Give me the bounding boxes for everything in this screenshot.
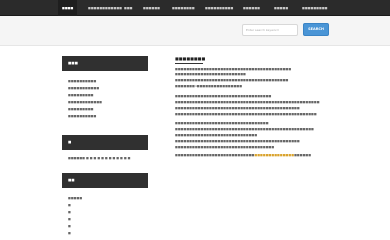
search-button[interactable]: SEARCH <box>303 23 329 36</box>
sidebar-text: ■■■■■■ ■ ■ ■ ■ ■ ■ ■ ■ ■ ■ ■ ■ <box>68 156 131 160</box>
sidebar-link[interactable]: ■■■■■■■■■■■■ <box>68 100 102 104</box>
paragraph-line: ■■■■■■■■■■■■■■■■■■■■■■■■■■■■■■■■■■ <box>175 94 272 98</box>
paragraph-line-with-link: ■■■■■■■■■■■■■■■■■■■■■■■■■■■■■■■■■■■■■■■■… <box>175 153 311 157</box>
inline-link[interactable]: ■■■■■■■■■■■■■■ <box>254 153 294 157</box>
line-text: ■■■■■■■■■■■■■■■■■■■■■■■■■■■■ <box>175 153 255 157</box>
paragraph-line: ■■■■■■■■■■■■■■■■■■■■■■■■■■■■■■■■■■■■■■■■… <box>175 139 300 143</box>
nav-item-home[interactable]: ■■■■ <box>58 0 78 16</box>
sidebar-panel-title: ■■ <box>62 173 148 188</box>
paragraph-line: ■■■■■■■■■■■■■■■■■■■■■■■■■■■■■■■■■■■■■■■■… <box>175 100 320 104</box>
nav-item[interactable]: ■■■■■■ <box>143 0 160 16</box>
sidebar-link[interactable]: ■■■■■■■■■ <box>68 93 94 97</box>
paragraph-line: ■■■■■■■■■■■■■■■■■■■■■■■■■■■■■■■■■ <box>175 121 269 125</box>
line-text: ■■■■■■ <box>294 153 312 157</box>
paragraph-line: ■■■■■■■■■■■■■■■■■■■■■■■■■■■■■■■■■■■ <box>175 145 275 149</box>
nav-item[interactable]: ■■■ <box>124 0 133 16</box>
sidebar-link[interactable]: ■■■■■■■■■■ <box>68 114 96 118</box>
paragraph-line: ■■■■■■■■■■■■■■■■■■■■■■■■■■■■■■■■■■■■■■■■… <box>175 67 292 71</box>
title-underline <box>175 63 203 64</box>
sidebar-link[interactable]: ■■■■■ <box>68 196 82 200</box>
top-nav: ■■■■ ■■■■■■■■■■■■ ■■■ ■■■■■■ ■■■■■■■■ ■■… <box>0 0 390 16</box>
paragraph-line: ■■■■■■■4■■■■■■■■■■■■■■■■ <box>175 84 243 88</box>
paragraph-line: ■■■■■■■■■■■■■■■■■■■■■■■■■■■■■■■■■■■■■■■■… <box>175 127 314 131</box>
sidebar-panel-title: ■ <box>62 135 148 150</box>
sidebar-link[interactable]: ■■■■■■■■■ <box>68 107 94 111</box>
paragraph-line: ■■■■■■■■■■■■■■■■■■■■■■■■■■■■■■■■■■■■■■■■ <box>175 78 289 82</box>
nav-item[interactable]: ■■■■■■■■■■ <box>205 0 233 16</box>
header-band: Enter search keyword SEARCH <box>0 16 390 46</box>
paragraph-line: ■■■■■■■■■■■■■■■■■■■■■■■■■■■■■■■■■■■■■■■■… <box>175 106 300 110</box>
paragraph-line: ■■■■■■■■■■■■■■■■■■■■■■■■■■■■■■■■■■■■■■■■… <box>175 112 317 116</box>
sidebar-link[interactable]: ■■■■■■■■■■■ <box>68 86 99 90</box>
sidebar-link[interactable]: ■ <box>68 224 71 228</box>
sidebar-link[interactable]: ■■■■■■■■■■ <box>68 79 96 83</box>
nav-item[interactable]: ■■■■■■■■■ <box>302 0 328 16</box>
paragraph-line: ■■■■■■■■■■■■■■■■■■■■■■■■■■■■■ <box>175 133 258 137</box>
sidebar-link[interactable]: ■ <box>68 210 71 214</box>
nav-item[interactable]: ■■■■■■■■ <box>172 0 195 16</box>
page-title: ■■■■■■■■ <box>175 56 206 61</box>
search-input[interactable]: Enter search keyword <box>242 24 298 36</box>
sidebar-link[interactable]: ■ <box>68 203 71 207</box>
nav-item[interactable]: ■■■■■■ <box>243 0 260 16</box>
paragraph-line: ■■■■■■■■■■■■■■■■■■■■■■■■■ <box>175 72 246 76</box>
nav-item[interactable]: ■■■■■ <box>274 0 288 16</box>
sidebar-link[interactable]: ■ <box>68 231 71 235</box>
sidebar-link[interactable]: ■ <box>68 217 71 221</box>
sidebar-panel-title: ■■■ <box>62 56 148 71</box>
nav-item[interactable]: ■■■■■■■■■■■■ <box>88 0 122 16</box>
